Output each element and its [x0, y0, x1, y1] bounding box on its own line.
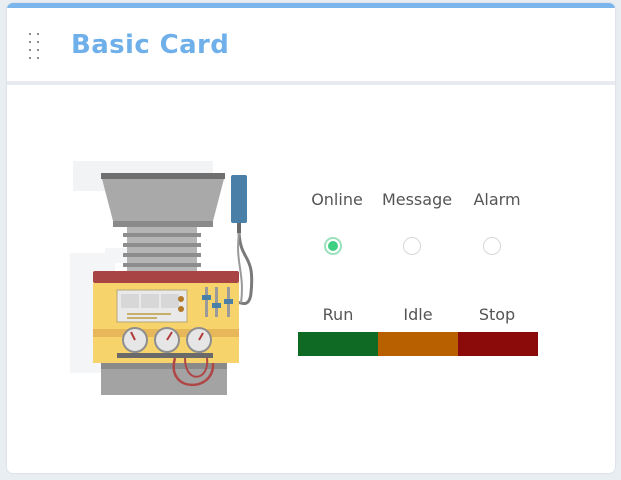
status-radio-message[interactable]	[403, 237, 421, 255]
state-bar-stop	[458, 332, 538, 356]
card-title: Basic Card	[71, 30, 230, 60]
basic-card: Basic Card Online Message Alarm Run Idle…	[7, 3, 615, 473]
status-radio-alarm[interactable]	[483, 237, 501, 255]
state-bar-idle	[378, 332, 458, 356]
drag-handle-icon[interactable]	[27, 31, 43, 63]
card-header: Basic Card	[7, 8, 615, 85]
status-label-alarm: Alarm	[473, 190, 521, 209]
status-label-online: Online	[311, 190, 363, 209]
status-radio-online[interactable]	[324, 237, 342, 255]
state-label-idle: Idle	[403, 305, 433, 324]
state-label-stop: Stop	[478, 305, 516, 324]
industrial-machine-illustration	[70, 161, 254, 395]
state-label-run: Run	[322, 305, 354, 324]
status-label-message: Message	[381, 190, 453, 209]
state-bar-run	[298, 332, 378, 356]
